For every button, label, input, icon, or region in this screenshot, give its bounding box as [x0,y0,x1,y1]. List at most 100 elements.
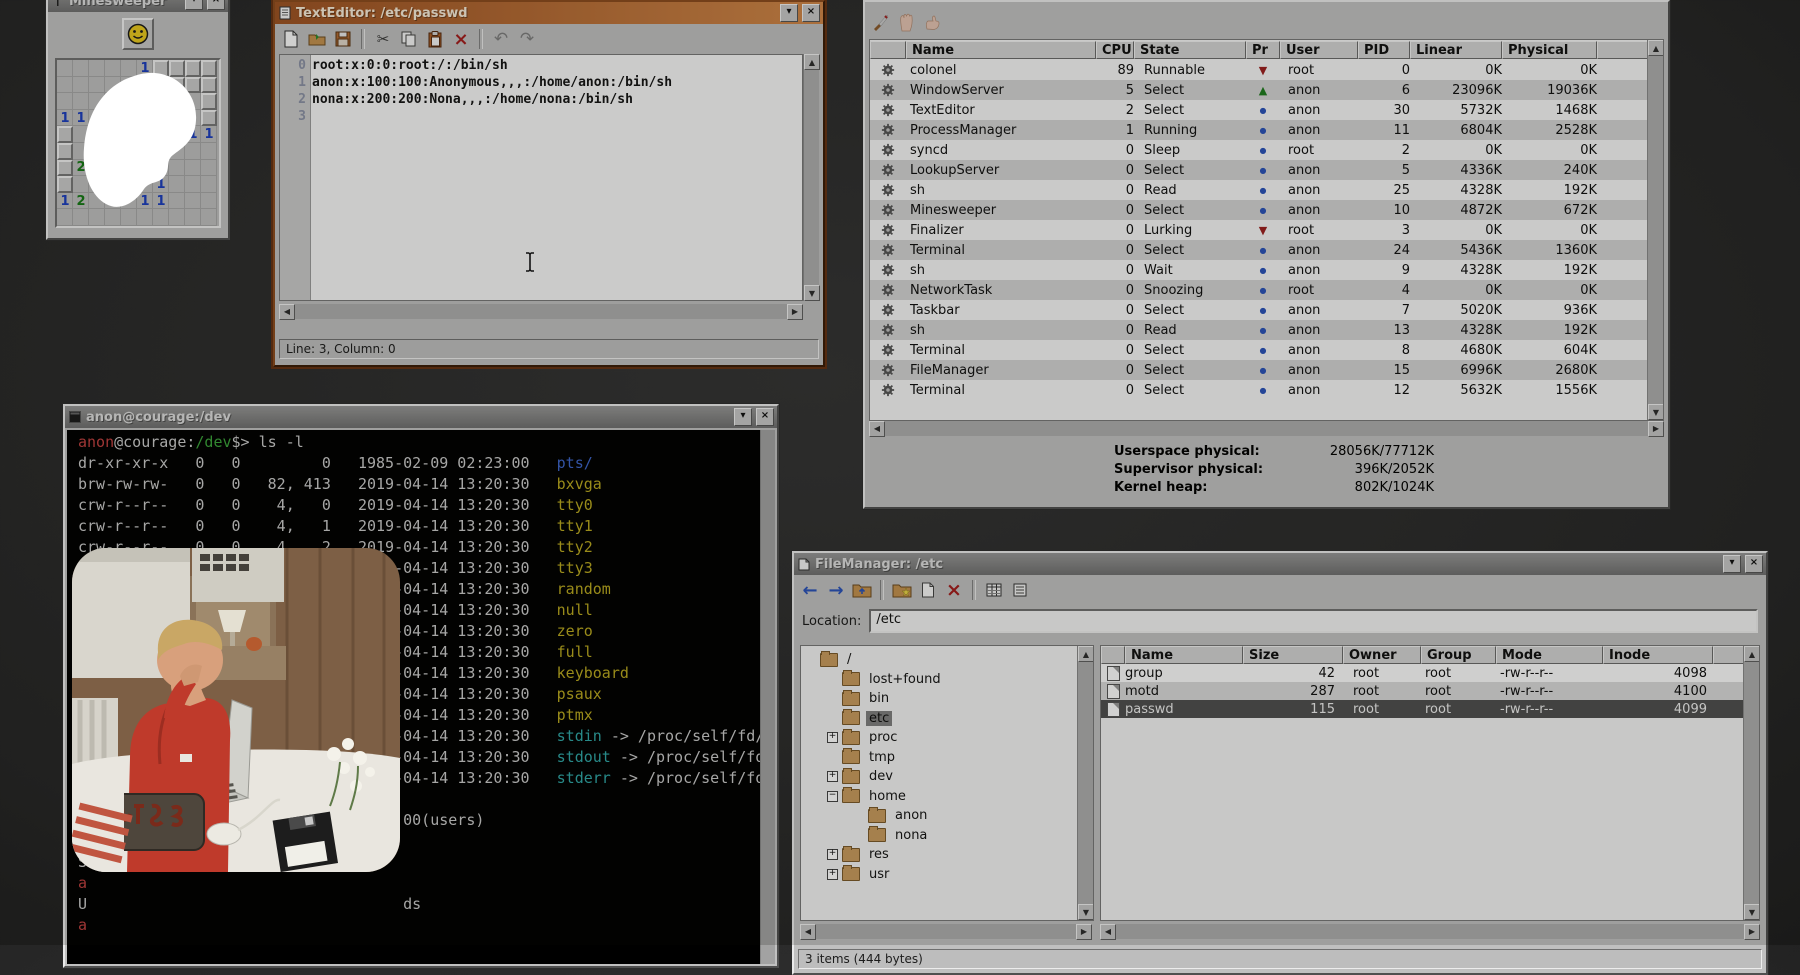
texteditor-titlebar[interactable]: TextEditor: /etc/passwd ▾ × [275,2,823,24]
file-row[interactable]: passwd 115 root root -rw-r--r-- 4099 [1101,700,1759,718]
process-row[interactable]: Taskbar 0 Select ● anon 7 5020K 936K [870,300,1663,320]
ms-cell[interactable] [57,126,73,143]
editor-line[interactable]: 0 root:x:0:0:root:/:/bin/sh [280,58,802,75]
minimize-button[interactable]: ▾ [185,0,203,10]
file-row[interactable]: group 42 root root -rw-r--r-- 4098 [1101,664,1759,682]
tree-item[interactable]: etc [801,709,1093,729]
cut-button[interactable]: ✂ [371,27,395,51]
list-view-button[interactable] [1008,578,1032,602]
new-game-button[interactable] [122,18,154,50]
stop-process-button[interactable] [895,10,919,34]
tree-hscrollbar[interactable]: ◀ ▶ [800,924,1092,939]
ms-cell[interactable] [57,160,73,177]
process-row[interactable]: syncd 0 Sleep ● root 2 0K 0K [870,140,1663,160]
table-hscrollbar[interactable]: ◀ ▶ [1100,924,1760,939]
process-row[interactable]: Minesweeper 0 Select ● anon 10 4872K 672… [870,200,1663,220]
minesweeper-titlebar[interactable]: Minesweeper ▾ × [48,0,228,12]
minimize-button[interactable]: ▾ [780,4,798,22]
ms-cell[interactable]: 1 [57,193,73,210]
delete-button[interactable]: × [449,27,473,51]
tree-item-label[interactable]: bin [866,691,892,706]
process-row[interactable]: NetworkTask 0 Snoozing ● root 4 0K 0K [870,280,1663,300]
scroll-right-arrow[interactable]: ▶ [1076,924,1092,940]
process-row[interactable]: sh 0 Read ● anon 25 4328K 192K [870,180,1663,200]
redo-button[interactable]: ↷ [515,27,539,51]
ms-cell[interactable] [57,60,73,77]
column-header[interactable]: Pr [1246,41,1280,59]
procman-vscrollbar[interactable]: ▲ ▼ [1647,40,1663,420]
delete-button[interactable]: × [942,578,966,602]
minimize-button[interactable]: ▾ [1723,555,1741,573]
save-button[interactable] [331,27,355,51]
scroll-left-arrow[interactable]: ◀ [279,304,295,320]
terminal-scrollbar[interactable] [760,430,775,964]
tree-item-label[interactable]: etc [866,711,892,726]
process-row[interactable]: Terminal 0 Select ● anon 8 4680K 604K [870,340,1663,360]
minimize-button[interactable]: ▾ [734,408,752,426]
copy-button[interactable] [916,578,940,602]
tree-item[interactable]: + proc [801,728,1093,748]
forward-button[interactable]: → [824,578,848,602]
tree-item[interactable]: + dev [801,767,1093,787]
column-header[interactable]: Physical [1502,41,1597,59]
editor-text-area[interactable]: 0 root:x:0:0:root:/:/bin/sh 1 anon:x:100… [279,54,803,301]
copy-button[interactable] [397,27,421,51]
close-button[interactable]: × [1745,555,1763,573]
new-folder-button[interactable] [890,578,914,602]
column-header[interactable]: PID [1358,41,1410,59]
process-row[interactable]: colonel 89 Runnable ▼ root 0 0K 0K [870,60,1663,80]
tree-item[interactable]: / [801,650,1093,670]
procman-hscrollbar[interactable]: ◀ ▶ [869,421,1664,436]
tree-vscrollbar[interactable]: ▲ ▼ [1077,646,1093,920]
new-file-button[interactable] [279,27,303,51]
column-header[interactable]: Group [1421,646,1496,664]
tree-item-label[interactable]: tmp [866,750,898,765]
tree-item[interactable]: − home [801,787,1093,807]
tree-item[interactable]: nona [801,826,1093,846]
process-row[interactable]: sh 0 Read ● anon 13 4328K 192K [870,320,1663,340]
tree-item[interactable]: + res [801,845,1093,865]
tree-item-label[interactable]: proc [866,730,900,745]
editor-line[interactable]: 2 nona:x:200:200:Nona,,,:/home/nona:/bin… [280,92,802,109]
tree-item-label[interactable]: anon [892,808,930,823]
scroll-left-arrow[interactable]: ◀ [800,924,816,940]
process-row[interactable]: Terminal 0 Select ● anon 12 5632K 1556K [870,380,1663,400]
scroll-up-arrow[interactable]: ▲ [1744,646,1760,662]
scroll-down-arrow[interactable]: ▼ [1648,404,1664,420]
scroll-right-arrow[interactable]: ▶ [787,304,803,320]
tree-item-label[interactable]: / [844,652,854,667]
column-header[interactable]: Inode [1603,646,1713,664]
column-header[interactable]: User [1280,41,1358,59]
ms-cell[interactable] [57,143,73,160]
editor-hscrollbar[interactable]: ◀ ▶ [279,304,803,319]
ms-cell[interactable] [57,176,73,193]
tree-expander[interactable]: + [827,771,838,782]
scroll-up-arrow[interactable]: ▲ [804,54,820,70]
process-row[interactable]: LookupServer 0 Select ● anon 5 4336K 240… [870,160,1663,180]
up-directory-button[interactable] [850,578,874,602]
tree-item[interactable]: anon [801,806,1093,826]
close-button[interactable]: × [802,4,820,22]
process-row[interactable]: ProcessManager 1 Running ● anon 11 6804K… [870,120,1663,140]
table-view-button[interactable] [982,578,1006,602]
scroll-right-arrow[interactable]: ▶ [1744,924,1760,940]
editor-line[interactable]: 1 anon:x:100:100:Anonymous,,,:/home/anon… [280,75,802,92]
tree-expander[interactable]: + [827,849,838,860]
scroll-down-arrow[interactable]: ▼ [804,285,820,301]
tree-item[interactable]: + usr [801,865,1093,885]
tree-item-label[interactable]: res [866,847,892,862]
column-header[interactable]: State [1134,41,1246,59]
tree-item-label[interactable]: home [866,789,909,804]
process-row[interactable]: WindowServer 5 Select ▲ anon 6 23096K 19… [870,80,1663,100]
editor-line[interactable]: 3 [280,109,802,126]
scroll-down-arrow[interactable]: ▼ [1078,904,1094,920]
tree-item[interactable]: bin [801,689,1093,709]
close-button[interactable]: × [207,0,225,10]
column-header[interactable]: CPU [1096,41,1134,59]
ms-cell[interactable] [57,93,73,110]
scroll-up-arrow[interactable]: ▲ [1078,646,1094,662]
process-row[interactable]: Finalizer 0 Lurking ▼ root 3 0K 0K [870,220,1663,240]
continue-process-button[interactable] [921,10,945,34]
paste-button[interactable] [423,27,447,51]
tree-item[interactable]: lost+found [801,670,1093,690]
